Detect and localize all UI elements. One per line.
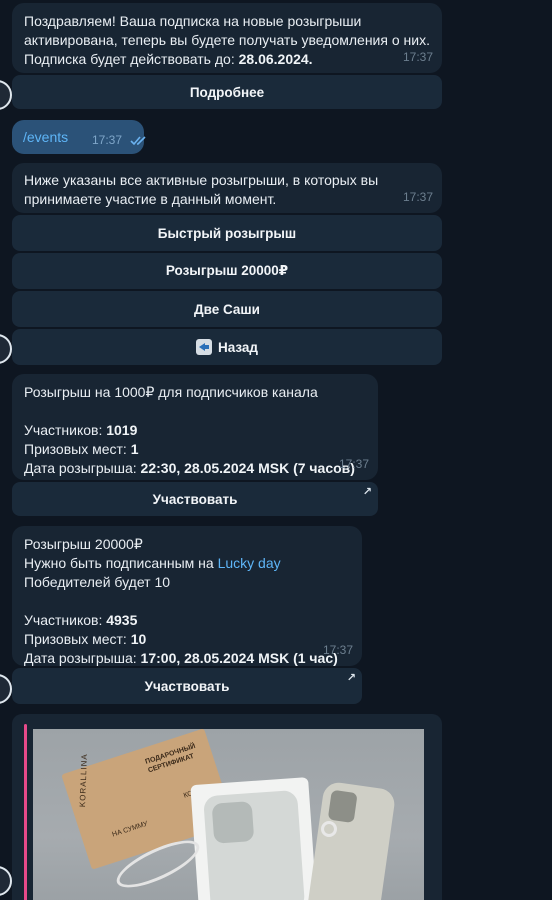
giveaway-title: Розыгрыш 20000₽ — [24, 536, 143, 552]
participate-button[interactable]: Участвовать ↗ — [12, 482, 378, 516]
double-check-icon — [130, 136, 146, 146]
outgoing-message: /events 17:37 — [12, 120, 146, 154]
details-button[interactable]: Подробнее — [12, 75, 442, 109]
quick-giveaway-button[interactable]: Быстрый розыгрыш — [12, 215, 442, 251]
message-time: 17:37 — [338, 457, 369, 471]
phone-case — [305, 780, 397, 900]
message-time: 17:37 — [402, 190, 433, 204]
winners-count: Победителей будет 10 — [24, 574, 171, 590]
participants-count: Участников: 4935 — [24, 612, 138, 628]
message-subscription: Поздравляем! Ваша подписка на новые розы… — [12, 3, 442, 73]
draw-date: Дата розыгрыша: 17:00, 28.05.2024 MSK (1… — [24, 650, 338, 666]
subscription-requirement: Нужно быть подписанным на Lucky day — [24, 555, 281, 571]
certificate-label: ПОДАРОЧНЫЙ СЕРТИФИКАТ — [144, 742, 197, 775]
ring — [321, 821, 337, 837]
message-time: 17:37 — [92, 133, 123, 147]
participate-button-label: Участвовать — [144, 678, 230, 694]
message-text: Подписка будет действовать до: 28.06.202… — [24, 51, 313, 67]
prize-count: Призовых мест: 1 — [24, 441, 139, 457]
external-link-icon: ↗ — [362, 486, 372, 498]
giveaway-20000-button[interactable]: Розыгрыш 20000₽ — [12, 253, 442, 289]
command-link[interactable]: /events — [23, 129, 68, 145]
external-link-icon: ↗ — [346, 672, 356, 684]
back-button-label: Назад — [217, 339, 259, 355]
message-active-giveaways: Ниже указаны все активные розыгрыши, в к… — [12, 163, 442, 213]
phone-box — [190, 777, 318, 900]
quote-accent-bar — [24, 724, 27, 900]
avatar[interactable] — [0, 674, 12, 704]
message-text: принимаете участие в данный момент. — [24, 191, 277, 207]
avatar[interactable] — [0, 80, 12, 110]
certificate-amount: НА СУММУ — [111, 820, 149, 839]
participants-count: Участников: 1019 — [24, 422, 138, 438]
message-text: Поздравляем! Ваша подписка на новые розы… — [24, 13, 362, 29]
back-arrow-icon — [195, 339, 212, 355]
prize-count: Призовых мест: 10 — [24, 631, 147, 647]
message-time: 17:37 — [322, 643, 353, 657]
message-time: 17:37 — [402, 50, 433, 64]
prize-photo[interactable]: KORALLINA ПОДАРОЧНЫЙ СЕРТИФИКАТ НА СУММУ… — [33, 729, 424, 900]
message-text: Ниже указаны все активные розыгрыши, в к… — [24, 172, 379, 188]
back-button[interactable]: Назад — [12, 329, 442, 365]
two-sashas-button[interactable]: Две Саши — [12, 291, 442, 327]
avatar[interactable] — [0, 866, 12, 896]
message-giveaway-1000: Розыгрыш на 1000₽ для подписчиков канала… — [12, 374, 378, 480]
channel-link[interactable]: Lucky day — [218, 555, 281, 571]
draw-date: Дата розыгрыша: 22:30, 28.05.2024 MSK (7… — [24, 460, 355, 476]
certificate-brand: KORALLINA — [78, 753, 89, 808]
message-giveaway-20000: Розыгрыш 20000₽ Нужно быть подписанным н… — [12, 526, 362, 666]
avatar[interactable] — [0, 334, 12, 364]
giveaway-title: Розыгрыш на 1000₽ для подписчиков канала — [24, 384, 318, 400]
message-text: активирована, теперь вы будете получать … — [24, 32, 430, 48]
participate-button-label: Участвовать — [152, 491, 238, 507]
participate-button[interactable]: Участвовать ↗ — [12, 668, 362, 704]
